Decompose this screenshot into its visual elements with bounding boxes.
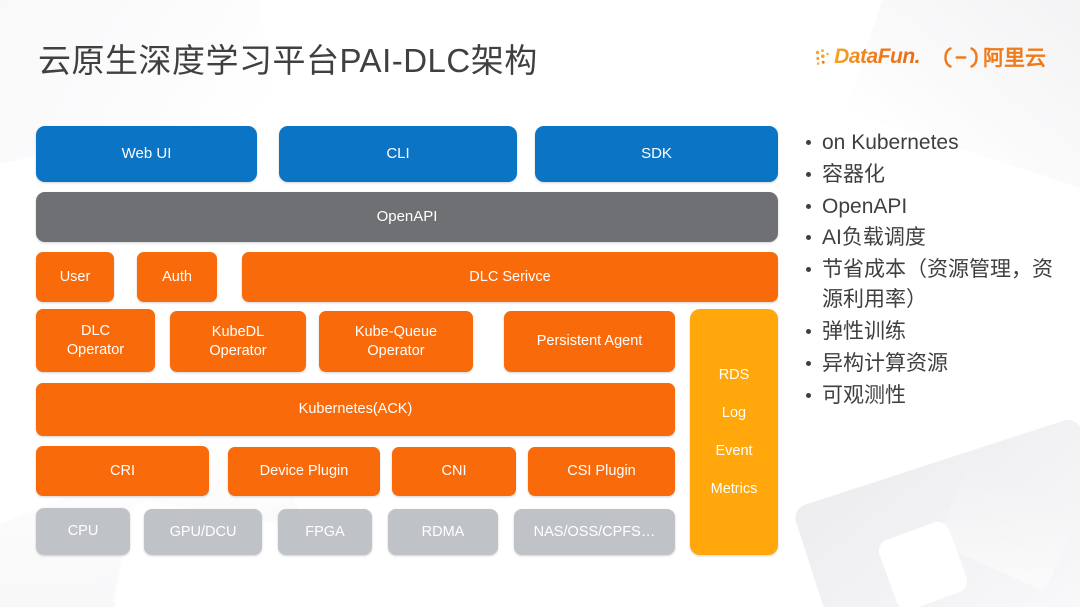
box-gpu-dcu[interactable]: GPU/DCU xyxy=(144,509,262,555)
bullet-item: 异构计算资源 xyxy=(806,349,1064,379)
box-cni[interactable]: CNI xyxy=(392,447,516,496)
box-csi-plugin[interactable]: CSI Plugin xyxy=(528,447,675,496)
bullet-item: 节省成本（资源管理，资源利用率） xyxy=(806,255,1064,315)
datafun-logo-text: DataFun. xyxy=(834,45,920,68)
bullet-item: 弹性训练 xyxy=(806,317,1064,347)
bullet-dot-icon xyxy=(806,140,811,145)
box-nas-oss-cpfs[interactable]: NAS/OSS/CPFS… xyxy=(514,509,675,555)
feature-bullet-list: on Kubernetes 容器化 OpenAPI AI负载调度 节省成本（资源… xyxy=(806,128,1064,412)
observability-column[interactable]: RDS Log Event Metrics xyxy=(690,309,778,555)
bullet-item: OpenAPI xyxy=(806,192,1064,222)
bullet-label: on Kubernetes xyxy=(822,131,959,154)
alibaba-cloud-mark-icon xyxy=(944,46,978,68)
box-fpga[interactable]: FPGA xyxy=(278,509,372,555)
box-dlc-service[interactable]: DLC Serivce xyxy=(242,252,778,302)
observability-item-log: Log xyxy=(721,405,747,421)
bullet-dot-icon xyxy=(806,171,811,177)
page-title: 云原生深度学习平台PAI-DLC架构 xyxy=(38,42,538,79)
alibaba-cloud-logo: 阿里云 xyxy=(944,42,1046,72)
slide: 云原生深度学习平台PAI-DLC架构 DataFun. 阿里云 Web UI C… xyxy=(0,0,1080,607)
box-user[interactable]: User xyxy=(36,252,114,302)
box-kubernetes-ack[interactable]: Kubernetes(ACK) xyxy=(36,383,675,436)
architecture-diagram: Web UI CLI SDK OpenAPI User Auth DLC Ser… xyxy=(36,126,782,562)
box-kube-queue-operator[interactable]: Kube-Queue Operator xyxy=(319,311,473,372)
bullet-dot-icon xyxy=(806,328,811,334)
bullet-dot-icon xyxy=(806,235,811,241)
bullet-label: 异构计算资源 xyxy=(822,351,948,375)
datafun-logo: DataFun. xyxy=(815,45,920,69)
bullet-label: AI负载调度 xyxy=(822,226,926,250)
box-dlc-operator[interactable]: DLC Operator xyxy=(36,309,155,372)
bullet-item: 可观测性 xyxy=(806,381,1064,411)
box-web-ui[interactable]: Web UI xyxy=(36,126,257,182)
bullet-item: 容器化 xyxy=(806,160,1064,190)
box-cli[interactable]: CLI xyxy=(279,126,517,182)
observability-item-event: Event xyxy=(715,443,753,459)
bullet-dot-icon xyxy=(806,392,811,398)
bullet-label: 弹性训练 xyxy=(822,319,906,343)
box-openapi[interactable]: OpenAPI xyxy=(36,192,778,242)
box-auth[interactable]: Auth xyxy=(137,252,217,302)
bullet-dot-icon xyxy=(806,267,811,273)
bullet-label: 可观测性 xyxy=(822,383,906,407)
bullet-label: 节省成本（资源管理，资源利用率） xyxy=(822,258,1053,312)
bullet-item: on Kubernetes xyxy=(806,128,1064,158)
bullet-label: OpenAPI xyxy=(822,194,908,218)
box-persistent-agent[interactable]: Persistent Agent xyxy=(504,311,675,372)
logo-bar: DataFun. 阿里云 xyxy=(815,42,1046,72)
datafun-dots-icon xyxy=(815,49,829,65)
bullet-dot-icon xyxy=(806,203,811,209)
bullet-label: 容器化 xyxy=(822,162,885,186)
box-sdk[interactable]: SDK xyxy=(535,126,778,182)
alibaba-cloud-logo-text: 阿里云 xyxy=(983,47,1046,70)
box-cri[interactable]: CRI xyxy=(36,446,209,496)
bullet-dot-icon xyxy=(806,360,811,366)
observability-item-rds: RDS xyxy=(718,367,750,383)
bullet-item: AI负载调度 xyxy=(806,223,1064,253)
observability-item-metrics: Metrics xyxy=(710,481,758,497)
box-cpu[interactable]: CPU xyxy=(36,508,130,555)
box-kubedl-operator[interactable]: KubeDL Operator xyxy=(170,311,306,372)
box-rdma[interactable]: RDMA xyxy=(388,509,498,555)
box-device-plugin[interactable]: Device Plugin xyxy=(228,447,380,496)
